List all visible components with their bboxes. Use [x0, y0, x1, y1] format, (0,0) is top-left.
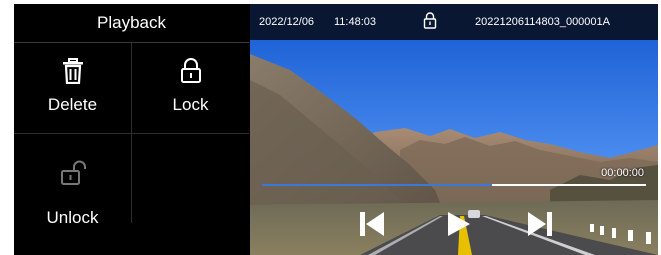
unlock-button[interactable]: Unlock — [14, 134, 131, 227]
previous-icon — [358, 212, 386, 242]
unlock-label: Unlock — [46, 208, 99, 227]
video-info-bar: 2022/12/06 11:48:03 20221206114803_00000… — [250, 4, 658, 40]
play-icon — [444, 212, 472, 242]
lock-icon — [423, 12, 437, 32]
menu-title: Playback — [14, 4, 249, 43]
next-button[interactable] — [526, 210, 554, 243]
play-button[interactable] — [444, 210, 472, 243]
video-viewer[interactable]: 2022/12/06 11:48:03 20221206114803_00000… — [250, 4, 658, 255]
progress-bar[interactable] — [262, 184, 646, 186]
delete-button[interactable]: Delete — [14, 43, 131, 133]
recording-time: 11:48:03 — [334, 16, 377, 28]
recording-filename: 20221206114803_000001A — [475, 16, 610, 28]
delete-label: Delete — [47, 95, 98, 114]
elapsed-time: 00:00:00 — [601, 167, 644, 179]
previous-button[interactable] — [358, 210, 386, 243]
recording-date: 2022/12/06 — [259, 16, 315, 28]
trash-icon — [14, 58, 131, 89]
progress-fill — [262, 184, 493, 186]
lock-icon — [132, 58, 249, 89]
playback-menu: Playback Delete Lock Unlock — [14, 4, 249, 255]
unlock-icon — [14, 160, 131, 191]
lock-label: Lock — [172, 95, 209, 114]
next-icon — [526, 212, 554, 242]
dashcam-screen: Playback Delete Lock Unlock 2022/12/06 1… — [14, 4, 658, 255]
lock-button[interactable]: Lock — [132, 43, 249, 133]
